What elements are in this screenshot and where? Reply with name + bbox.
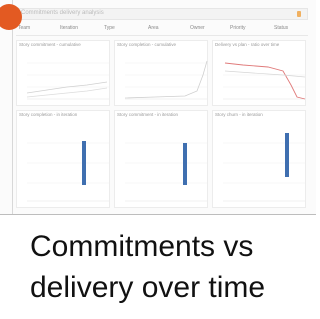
caption-line-1: Commitments vs — [30, 230, 254, 263]
chart-commitment-cumulative — [26, 62, 109, 100]
panel-commitment-iteration[interactable]: Story commitment - in iteration — [114, 110, 208, 208]
filter-row: Team Iteration Type Area Owner Priority … — [16, 24, 308, 36]
dashboard-title-hint: Commitments delivery analysis — [21, 10, 104, 16]
chart-churn-iteration — [223, 133, 305, 202]
slide-divider — [0, 214, 316, 215]
chart-delivery-ratio — [223, 62, 306, 100]
bar[interactable] — [285, 133, 289, 177]
bar[interactable] — [82, 141, 86, 185]
filter-area[interactable]: Area — [148, 25, 159, 31]
filter-owner[interactable]: Owner — [190, 25, 205, 31]
panel-churn-iteration[interactable]: Story churn - in iteration — [212, 110, 306, 208]
filter-status[interactable]: Status — [274, 25, 288, 31]
caption-line-2: delivery over time — [30, 271, 266, 304]
panel-completion-iteration[interactable]: Story completion - in iteration — [16, 110, 110, 208]
panel-delivery-ratio[interactable]: Delivery vs plan - ratio over time — [212, 40, 306, 106]
chart-completion-iteration — [27, 141, 109, 202]
filter-priority[interactable]: Priority — [230, 25, 246, 31]
bar[interactable] — [183, 143, 187, 185]
left-border — [12, 0, 13, 214]
dashboard-screenshot: Commitments delivery analysis Team Itera… — [0, 0, 316, 214]
filter-type[interactable]: Type — [104, 25, 115, 31]
chart-completion-cumulative — [124, 60, 208, 100]
panel-completion-cumulative[interactable]: Story completion - cumulative — [114, 40, 208, 106]
filter-iteration[interactable]: Iteration — [60, 25, 78, 31]
filter-team[interactable]: Team — [18, 25, 30, 31]
panel-commitment-cumulative[interactable]: Story commitment - cumulative — [16, 40, 110, 106]
slide-caption: Commitments vs delivery over time — [30, 226, 300, 308]
chart-commitment-iteration — [125, 142, 207, 202]
dashboard-title-bar: Commitments delivery analysis — [16, 8, 308, 20]
toolbar-icon[interactable] — [297, 11, 301, 17]
